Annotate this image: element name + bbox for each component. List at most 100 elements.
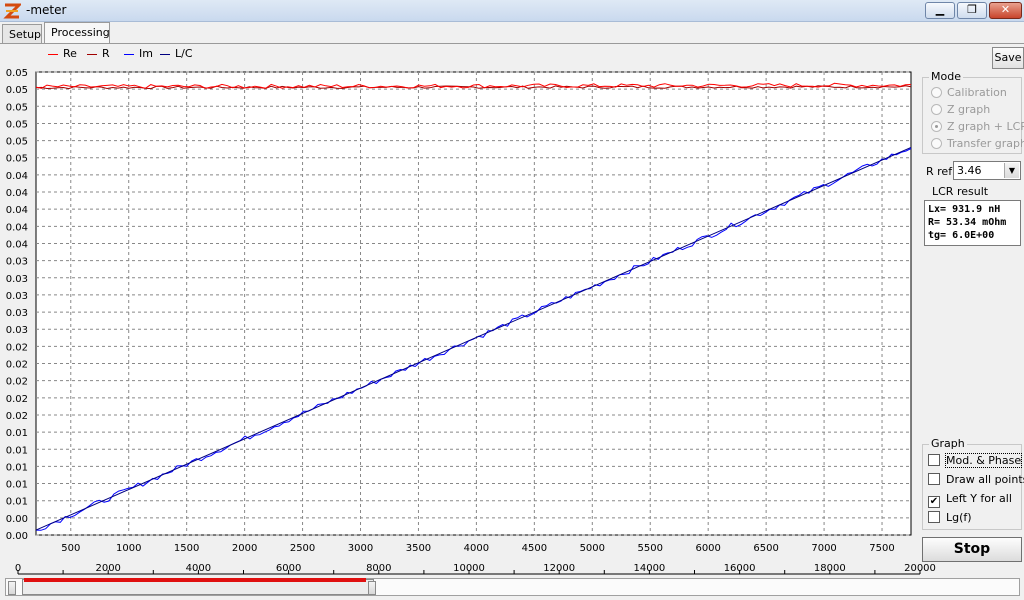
legend-swatch-lc: [160, 53, 170, 55]
x-tick-label: 1500: [174, 543, 199, 554]
y-tick-label: 0.01: [6, 445, 28, 456]
x-tick-label: 3000: [348, 543, 373, 554]
checkbox-lg-f[interactable]: Lg(f): [928, 511, 972, 524]
tab-panel-border: [0, 43, 1024, 44]
x-tick-label: 2000: [232, 543, 257, 554]
mode-option-calibration[interactable]: Calibration: [931, 86, 1007, 99]
impedance-chart[interactable]: 0.05 0.05 0.05 0.05 0.05 0.05 0.04 0.04 0.04 0.04…: [0, 64, 915, 560]
mode-option-label: Calibration: [947, 86, 1007, 99]
app-icon[interactable]: [3, 2, 21, 20]
range-slider[interactable]: [5, 578, 1020, 596]
frequency-scale: 0 2000 4000 6000 8000 10000 12000 14000 16000 180…: [15, 563, 936, 575]
y-tick-label: 0.01: [6, 480, 28, 491]
radio-selected-icon: [931, 121, 942, 132]
legend-label-im: Im: [139, 47, 153, 60]
slider-right-handle[interactable]: [368, 581, 376, 595]
y-tick-label: 0.03: [6, 257, 28, 268]
checkbox-mod-phase[interactable]: Mod. & Phase: [928, 453, 1023, 468]
lcr-result-box: Lx= 931.9 nH R= 53.34 mOhm tg= 6.0E+00: [924, 200, 1021, 246]
x-tick-label: 2500: [290, 543, 315, 554]
restore-icon: ❐: [967, 3, 977, 16]
freq-tick-label: 8000: [366, 563, 391, 574]
y-tick-label: 0.04: [6, 205, 28, 216]
x-tick-label: 6500: [753, 543, 778, 554]
legend-label-re: Re: [63, 47, 77, 60]
checkbox-draw-all-points[interactable]: Draw all points: [928, 473, 1024, 486]
mode-option-z-graph[interactable]: Z graph: [931, 103, 990, 116]
graph-group-title: Graph: [929, 437, 967, 450]
freq-tick-label: 14000: [633, 563, 665, 574]
mode-option-label: Z graph + LCR: [947, 120, 1024, 133]
y-tick-label: 0.02: [6, 411, 28, 422]
freq-tick-label: 6000: [276, 563, 301, 574]
mode-option-label: Transfer graph: [947, 137, 1024, 150]
slider-left-handle[interactable]: [8, 581, 16, 595]
lcr-inductance: Lx= 931.9 nH: [928, 204, 1001, 215]
window-title: -meter: [26, 3, 67, 17]
freq-tick-label: 2000: [95, 563, 120, 574]
radio-icon: [931, 138, 942, 149]
y-tick-label: 0.05: [6, 119, 28, 130]
legend-item-re: Re: [48, 47, 77, 60]
freq-tick-label: 18000: [814, 563, 846, 574]
close-button[interactable]: ✕: [989, 2, 1022, 19]
y-tick-label: 0.03: [6, 274, 28, 285]
y-tick-label: 0.02: [6, 342, 28, 353]
y-tick-label: 0.03: [6, 325, 28, 336]
maximize-button[interactable]: ❐: [957, 2, 987, 19]
rref-select[interactable]: 3.46 ▼: [953, 161, 1021, 180]
tab-setup[interactable]: Setup: [2, 24, 42, 44]
x-tick-label: 3500: [406, 543, 431, 554]
y-tick-label: 0.05: [6, 154, 28, 165]
legend-label-r: R: [102, 47, 110, 60]
rref-label: R ref: [926, 165, 953, 178]
checkbox-label: Left Y for all: [946, 492, 1012, 505]
rref-value: 3.46: [957, 164, 982, 177]
legend-label-lc: L/C: [175, 47, 193, 60]
y-tick-label: 0.05: [6, 137, 28, 148]
legend-swatch-im: [124, 53, 134, 55]
y-tick-label: 0.04: [6, 188, 28, 199]
tab-bar: Setup Processing: [0, 22, 1024, 44]
y-tick-label: 0.04: [6, 239, 28, 250]
radio-icon: [931, 87, 942, 98]
x-tick-label: 4000: [464, 543, 489, 554]
checkbox-label: Draw all points: [946, 473, 1024, 486]
freq-tick-label: 12000: [543, 563, 575, 574]
x-tick-label: 5000: [580, 543, 605, 554]
legend-swatch-r: [87, 53, 97, 55]
y-tick-label: 0.01: [6, 462, 28, 473]
y-tick-label: 0.05: [6, 85, 28, 96]
y-tick-label: 0.02: [6, 377, 28, 388]
tab-processing[interactable]: Processing: [44, 22, 110, 44]
save-button[interactable]: Save: [992, 47, 1024, 69]
x-tick-label: 4500: [522, 543, 547, 554]
radio-icon: [931, 104, 942, 115]
checkbox-icon: [928, 473, 940, 485]
freq-tick-label: 0: [15, 563, 21, 574]
checkbox-icon: [928, 454, 940, 466]
lcr-resistance: R= 53.34 mOhm: [928, 217, 1007, 228]
x-tick-label: 500: [61, 543, 80, 554]
y-tick-label: 0.02: [6, 360, 28, 371]
stop-button[interactable]: Stop: [922, 537, 1022, 562]
checkbox-label: Mod. & Phase: [944, 453, 1023, 468]
checkbox-label: Lg(f): [946, 511, 972, 524]
freq-tick-label: 16000: [724, 563, 756, 574]
title-bar: -meter ▁ ❐ ✕: [0, 0, 1024, 22]
mode-option-transfer-graph[interactable]: Transfer graph: [931, 137, 1024, 150]
y-tick-label: 0.00: [6, 531, 28, 542]
mode-group-title: Mode: [929, 70, 963, 83]
y-tick-label: 0.01: [6, 428, 28, 439]
chevron-down-icon[interactable]: ▼: [1004, 163, 1019, 178]
lcr-tangent: tg= 6.0E+00: [928, 230, 995, 241]
minimize-button[interactable]: ▁: [925, 2, 955, 19]
y-tick-label: 0.03: [6, 308, 28, 319]
mode-option-z-graph-lcr[interactable]: Z graph + LCR: [931, 120, 1024, 133]
close-icon: ✕: [1000, 3, 1011, 16]
checkbox-checked-icon: ✔: [928, 496, 940, 508]
y-tick-label: 0.01: [6, 497, 28, 508]
legend-item-im: Im: [124, 47, 153, 60]
checkbox-left-y-for-all[interactable]: ✔ Left Y for all: [928, 492, 1012, 508]
legend-item-r: R: [87, 47, 110, 60]
